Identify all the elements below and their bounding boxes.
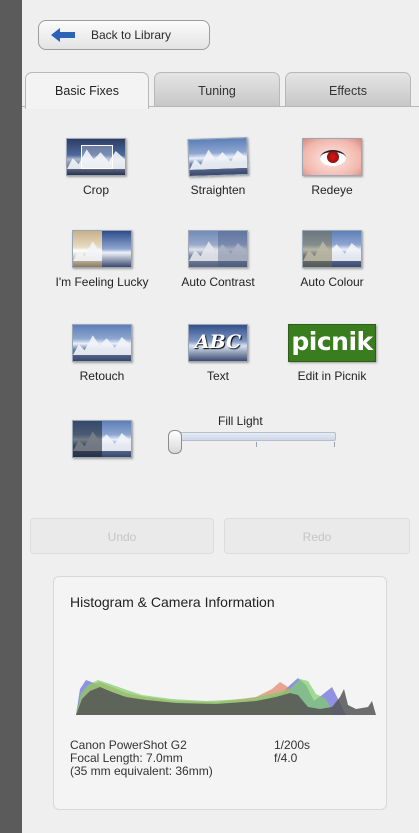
- back-to-library-button[interactable]: Back to Library: [38, 20, 210, 50]
- histogram-panel: Histogram & Camera Information Canon Pow…: [53, 576, 387, 810]
- focal-equivalent: (35 mm equivalent: 36mm): [70, 764, 213, 778]
- straighten-label: Straighten: [190, 183, 246, 197]
- fill-light-preview: [42, 420, 162, 458]
- auto-colour-icon: [302, 230, 362, 268]
- text-tool[interactable]: ABC Text: [158, 324, 278, 383]
- picnik-logo-icon: picnik: [288, 324, 376, 362]
- slider-tick: [334, 442, 335, 447]
- slider-tick: [256, 442, 257, 447]
- back-arrow-icon: [51, 28, 75, 42]
- tab-basic-fixes[interactable]: Basic Fixes: [25, 72, 149, 109]
- retouch-label: Retouch: [79, 369, 125, 383]
- auto-contrast-label: Auto Contrast: [181, 275, 255, 289]
- straighten-tool[interactable]: Straighten: [158, 136, 278, 197]
- fill-light-slider-handle[interactable]: [168, 430, 182, 454]
- auto-colour-tool[interactable]: Auto Colour: [272, 230, 392, 289]
- histogram-graph: [76, 678, 376, 715]
- fill-light-slider-track[interactable]: [176, 432, 336, 441]
- retouch-tool[interactable]: Retouch: [42, 324, 162, 383]
- redeye-label: Redeye: [311, 183, 353, 197]
- histogram-title: Histogram & Camera Information: [70, 594, 275, 610]
- fill-light-label: Fill Light: [218, 414, 263, 428]
- auto-contrast-icon: [188, 230, 248, 268]
- fill-light-icon: [72, 420, 132, 458]
- redo-button[interactable]: Redo: [224, 518, 410, 554]
- text-icon: ABC: [188, 324, 248, 362]
- tab-effects[interactable]: Effects: [285, 72, 411, 107]
- feeling-lucky-label: I'm Feeling Lucky: [55, 275, 149, 289]
- feeling-lucky-icon: [72, 230, 132, 268]
- tab-basic-fixes-label: Basic Fixes: [55, 84, 119, 98]
- tab-effects-label: Effects: [329, 84, 367, 98]
- edit-panel: Back to Library Basic Fixes Tuning Effec…: [22, 0, 419, 833]
- redeye-icon: [302, 138, 362, 176]
- text-label: Text: [206, 369, 229, 383]
- undo-button[interactable]: Undo: [30, 518, 214, 554]
- tab-tuning[interactable]: Tuning: [154, 72, 280, 107]
- edit-in-picnik-tool[interactable]: picnik Edit in Picnik: [272, 324, 392, 383]
- crop-tool[interactable]: Crop: [36, 138, 156, 197]
- retouch-icon: [72, 324, 132, 362]
- redo-label: Redo: [302, 530, 332, 544]
- auto-colour-label: Auto Colour: [300, 275, 364, 289]
- redeye-tool[interactable]: Redeye: [272, 138, 392, 197]
- straighten-icon: [187, 136, 249, 178]
- text-thumb-text: ABC: [194, 331, 242, 353]
- back-to-library-label: Back to Library: [91, 28, 172, 42]
- crop-label: Crop: [82, 183, 109, 197]
- edit-in-picnik-label: Edit in Picnik: [297, 369, 367, 383]
- tab-tuning-label: Tuning: [198, 84, 236, 98]
- auto-contrast-tool[interactable]: Auto Contrast: [158, 230, 278, 289]
- feeling-lucky-tool[interactable]: I'm Feeling Lucky: [42, 230, 162, 289]
- crop-icon: [66, 138, 126, 176]
- aperture: f/4.0: [274, 751, 298, 765]
- undo-label: Undo: [107, 530, 137, 544]
